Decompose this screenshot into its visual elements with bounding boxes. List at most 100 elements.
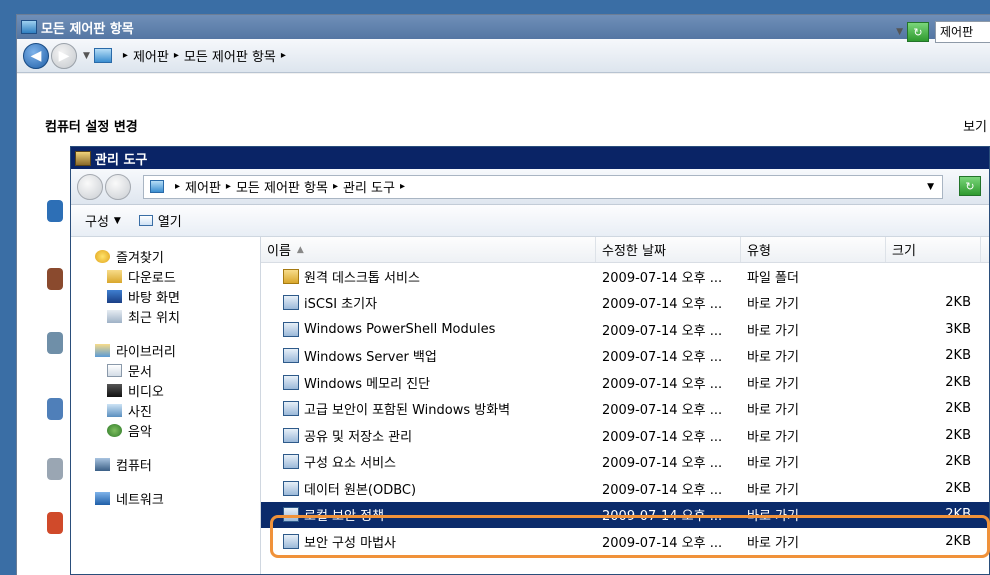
file-size: 2KB [945,507,971,523]
breadcrumb-control-panel[interactable]: 제어판 [133,46,169,65]
nav-desktop[interactable]: 바탕 화면 [71,287,260,306]
column-header: 이름 ▲ 수정한 날짜 유형 크기 [261,237,989,263]
nav-videos[interactable]: 비디오 [71,381,260,400]
table-row[interactable]: 원격 데스크톱 서비스 2009-07-14 오후 ... 파일 폴더 [261,263,989,290]
search-input[interactable]: 제어판 [935,21,990,43]
recent-pages-dropdown-icon[interactable]: ▼ [83,51,90,61]
file-name: Windows 메모리 진단 [304,376,431,392]
documents-icon [107,363,122,377]
admin-tools-icon [75,150,91,166]
column-date[interactable]: 수정한 날짜 [596,237,741,262]
file-name-cell: 보안 구성 마법사 [261,532,596,551]
address-box[interactable]: ▸ 제어판 ▸ 모든 제어판 항목 ▸ 관리 도구 ▸ ▼ [143,174,943,199]
nav-documents[interactable]: 문서 [71,361,260,380]
file-name: 고급 보안이 포함된 Windows 방화벽 [304,403,511,419]
nav-music-label: 음악 [128,424,152,440]
network-icon [95,491,110,505]
nav-network[interactable]: 네트워크 [71,489,260,508]
table-row[interactable]: 로컬 보안 정책 2009-07-14 오후 ... 바로 가기 2KB [261,501,989,528]
nav-libraries-label: 라이브러리 [116,344,176,360]
table-row[interactable]: Windows Server 백업 2009-07-14 오후 ... 바로 가기 2… [261,343,989,370]
nav-computer[interactable]: 컴퓨터 [71,455,260,474]
control-panel-icon [93,48,112,63]
shortcut-icon [283,533,299,549]
nav-pictures-label: 사진 [128,404,152,420]
forward-button[interactable] [105,173,131,200]
column-size[interactable]: 크기 [886,237,981,262]
file-type: 바로 가기 [747,456,799,472]
nav-pictures[interactable]: 사진 [71,401,260,420]
control-panel-icon [21,20,37,34]
file-size: 2KB [945,454,971,470]
nav-downloads[interactable]: 다운로드 [71,267,260,286]
table-row[interactable]: 공유 및 저장소 관리 2009-07-14 오후 ... 바로 가기 2KB [261,422,989,449]
table-row[interactable]: 데이터 원본(ODBC) 2009-07-14 오후 ... 바로 가기 2KB [261,475,989,502]
file-size: 2KB [945,480,971,496]
nav-recent-label: 최근 위치 [128,310,180,326]
network-icon [47,200,63,222]
file-name-cell: 로컬 보안 정책 [261,505,596,524]
inner-titlebar: 관리 도구 [71,147,989,169]
table-row[interactable]: 고급 보안이 포함된 Windows 방화벽 2009-07-14 오후 ... 바… [261,396,989,423]
shortcut-icon [283,401,299,417]
table-row[interactable]: Windows PowerShell Modules 2009-07-14 오후 … [261,316,989,343]
file-type: 바로 가기 [747,482,799,498]
sort-ascending-icon: ▲ [296,244,304,255]
nav-computer-label: 컴퓨터 [116,458,152,474]
breadcrumb-all-items[interactable]: 모든 제어판 항목 [184,46,276,65]
folder-icon [150,180,164,193]
nav-music[interactable]: 음악 [71,421,260,440]
library-icon [95,343,110,357]
nav-recent[interactable]: 최근 위치 [71,307,260,326]
back-button[interactable]: ◀ [23,42,49,69]
downloads-folder-icon [107,269,122,283]
file-name-cell: Windows Server 백업 [261,346,596,365]
chevron-down-icon: ▼ [113,215,121,226]
back-button[interactable] [77,173,103,200]
refresh-icon[interactable]: ↻ [959,176,981,196]
file-size: 2KB [945,348,971,364]
forward-button[interactable]: ▶ [51,42,77,69]
breadcrumb-control-panel[interactable]: 제어판 [185,177,221,196]
shortcut-icon [283,454,299,470]
column-name[interactable]: 이름 ▲ [261,237,596,262]
table-row[interactable]: 보안 구성 마법사 2009-07-14 오후 ... 바로 가기 2KB [261,528,989,555]
file-type: 바로 가기 [747,323,799,339]
view-by-label[interactable]: 보기 [963,116,987,135]
shortcut-icon [283,295,299,311]
outer-breadcrumb: ▸ 제어판 ▸ 모든 제어판 항목 ▸ [118,46,291,65]
open-button[interactable]: 열기 [138,211,182,230]
breadcrumb-all-items[interactable]: 모든 제어판 항목 [236,177,328,196]
organize-button[interactable]: 구성 ▼ [85,211,121,230]
programs-icon [47,512,63,534]
disc-icon [47,458,63,480]
file-type: 바로 가기 [747,429,799,445]
table-row[interactable]: 구성 요소 서비스 2009-07-14 오후 ... 바로 가기 2KB [261,449,989,476]
inner-title: 관리 도구 [95,152,148,168]
nav-libraries[interactable]: 라이브러리 [71,341,260,360]
address-dropdown-icon[interactable]: ▼ [927,182,934,192]
grid-icon [47,398,63,420]
nav-favorites[interactable]: 즐겨찾기 [71,247,260,266]
file-size: 2KB [945,401,971,417]
nav-network-label: 네트워크 [116,492,164,508]
breadcrumb-admin-tools[interactable]: 관리 도구 [343,177,395,196]
table-row[interactable]: iSCSI 초기자 2009-07-14 오후 ... 바로 가기 2KB [261,290,989,317]
file-size: 3KB [945,321,971,337]
address-dropdown-icon[interactable]: ▼ [896,27,903,37]
file-name-cell: Windows PowerShell Modules [261,321,596,337]
file-name-cell: iSCSI 초기자 [261,293,596,312]
nav-documents-label: 문서 [128,364,152,380]
shortcut-icon [283,348,299,364]
open-label: 열기 [157,215,182,230]
file-date: 2009-07-14 오후 ... [602,482,723,498]
table-row[interactable]: Windows 메모리 진단 2009-07-14 오후 ... 바로 가기 2KB [261,369,989,396]
column-type[interactable]: 유형 [741,237,886,262]
nav-favorites-label: 즐겨찾기 [116,250,164,266]
file-name-cell: Windows 메모리 진단 [261,373,596,392]
file-name-cell: 고급 보안이 포함된 Windows 방화벽 [261,399,596,418]
file-rows: 원격 데스크톱 서비스 2009-07-14 오후 ... 파일 폴더 iSCSI 초… [261,263,989,555]
refresh-icon[interactable]: ↻ [907,22,929,42]
computer-icon [95,457,110,471]
nav-downloads-label: 다운로드 [128,270,176,286]
